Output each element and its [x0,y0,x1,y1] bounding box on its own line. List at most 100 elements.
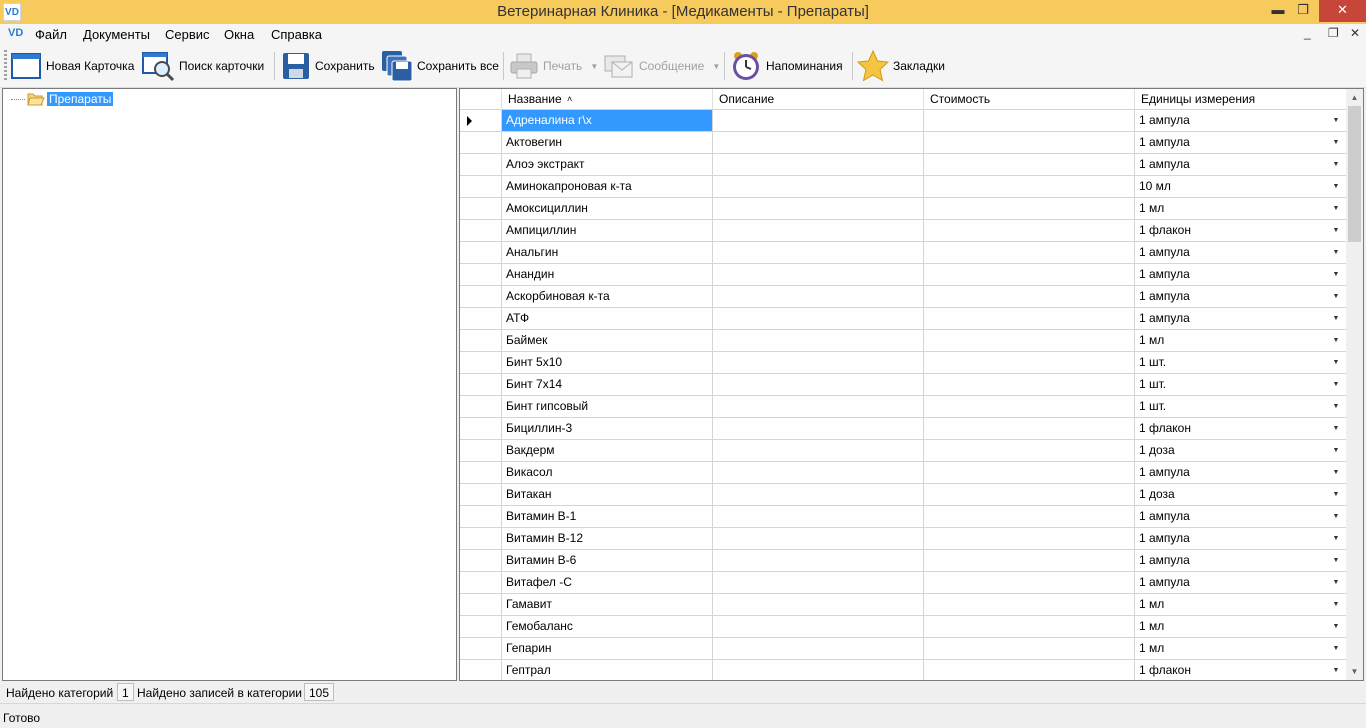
cell-unit[interactable]: 1 флакон ▼ [1135,220,1346,242]
unit-dropdown-arrow-icon[interactable]: ▼ [1328,443,1344,458]
unit-dropdown-arrow-icon[interactable]: ▼ [1328,619,1344,634]
menu-file[interactable]: Файл [35,27,67,42]
mdi-minimize-button[interactable]: _ [1304,26,1311,40]
cell-name[interactable]: Гемобаланс [502,616,713,638]
menu-service[interactable]: Сервис [165,27,210,42]
category-tree[interactable]: Препараты [2,88,457,681]
column-header-unit[interactable]: Единицы измерения [1135,89,1346,109]
cell-unit[interactable]: 10 мл ▼ [1135,176,1346,198]
cell-name[interactable]: Бинт гипсовый [502,396,713,418]
unit-dropdown-arrow-icon[interactable]: ▼ [1328,267,1344,282]
table-row[interactable]: Гепарин 1 мл ▼ [460,638,1346,660]
cell-unit[interactable]: 1 доза ▼ [1135,484,1346,506]
cell-name[interactable]: Бинт 7х14 [502,374,713,396]
menu-documents[interactable]: Документы [83,27,150,42]
row-header[interactable] [460,132,502,154]
cell-name[interactable]: Витамин В-12 [502,528,713,550]
unit-dropdown-arrow-icon[interactable]: ▼ [1328,201,1344,216]
cell-name[interactable]: Ампициллин [502,220,713,242]
cell-description[interactable] [713,264,924,286]
cell-unit[interactable]: 1 мл ▼ [1135,594,1346,616]
print-dropdown-arrow-icon[interactable]: ▼ [590,62,598,71]
unit-dropdown-arrow-icon[interactable]: ▼ [1328,333,1344,348]
medications-grid[interactable]: Название ˄ Описание Стоимость Единицы из… [459,88,1364,681]
cell-unit[interactable]: 1 ампула ▼ [1135,264,1346,286]
table-row[interactable]: Викасол 1 ампула ▼ [460,462,1346,484]
cell-cost[interactable] [924,616,1135,638]
row-header[interactable] [460,616,502,638]
cell-cost[interactable] [924,264,1135,286]
scroll-up-arrow-icon[interactable]: ▲ [1346,89,1363,106]
cell-cost[interactable] [924,198,1135,220]
column-header-cost[interactable]: Стоимость [924,89,1135,109]
cell-cost[interactable] [924,242,1135,264]
cell-name[interactable]: Аскорбиновая к-та [502,286,713,308]
mdi-restore-button[interactable]: ❐ [1328,26,1339,40]
unit-dropdown-arrow-icon[interactable]: ▼ [1328,663,1344,678]
unit-dropdown-arrow-icon[interactable]: ▼ [1328,509,1344,524]
row-header[interactable] [460,440,502,462]
table-row[interactable]: Бинт 5х10 1 шт. ▼ [460,352,1346,374]
save-all-button[interactable]: Сохранить все [381,48,499,84]
cell-description[interactable] [713,528,924,550]
unit-dropdown-arrow-icon[interactable]: ▼ [1328,487,1344,502]
cell-name[interactable]: Гепарин [502,638,713,660]
table-row[interactable]: Гемобаланс 1 мл ▼ [460,616,1346,638]
row-header[interactable] [460,308,502,330]
unit-dropdown-arrow-icon[interactable]: ▼ [1328,421,1344,436]
close-button[interactable]: ✕ [1319,0,1366,22]
cell-name[interactable]: Витакан [502,484,713,506]
column-header-description[interactable]: Описание [713,89,924,109]
row-header[interactable] [460,484,502,506]
cell-description[interactable] [713,484,924,506]
mdi-child-icon[interactable]: VD [8,27,23,39]
unit-dropdown-arrow-icon[interactable]: ▼ [1328,377,1344,392]
cell-cost[interactable] [924,154,1135,176]
bookmarks-button[interactable]: Закладки [857,48,945,84]
cell-name[interactable]: Бинт 5х10 [502,352,713,374]
cell-cost[interactable] [924,484,1135,506]
row-header[interactable] [460,572,502,594]
cell-description[interactable] [713,462,924,484]
cell-name[interactable]: АТФ [502,308,713,330]
unit-dropdown-arrow-icon[interactable]: ▼ [1328,355,1344,370]
cell-unit[interactable]: 1 ампула ▼ [1135,506,1346,528]
table-row[interactable]: Витафел -С 1 ампула ▼ [460,572,1346,594]
cell-unit[interactable]: 1 шт. ▼ [1135,352,1346,374]
cell-cost[interactable] [924,374,1135,396]
cell-name[interactable]: Адреналина г\х [502,110,713,132]
cell-description[interactable] [713,418,924,440]
cell-description[interactable] [713,242,924,264]
cell-unit[interactable]: 1 мл ▼ [1135,616,1346,638]
row-header[interactable] [460,550,502,572]
cell-unit[interactable]: 1 ампула ▼ [1135,242,1346,264]
title-bar[interactable]: VD Ветеринарная Клиника - [Медикаменты -… [0,0,1366,24]
row-header[interactable] [460,594,502,616]
cell-name[interactable]: Актовегин [502,132,713,154]
save-button[interactable]: Сохранить [281,48,375,84]
table-row[interactable]: Витамин В-6 1 ампула ▼ [460,550,1346,572]
cell-description[interactable] [713,638,924,660]
cell-description[interactable] [713,440,924,462]
row-header[interactable] [460,506,502,528]
table-row[interactable]: Актовегин 1 ампула ▼ [460,132,1346,154]
row-header[interactable] [460,660,502,680]
cell-cost[interactable] [924,440,1135,462]
row-header[interactable] [460,110,502,132]
row-header[interactable] [460,264,502,286]
cell-cost[interactable] [924,330,1135,352]
unit-dropdown-arrow-icon[interactable]: ▼ [1328,223,1344,238]
cell-description[interactable] [713,374,924,396]
cell-name[interactable]: Викасол [502,462,713,484]
cell-description[interactable] [713,330,924,352]
unit-dropdown-arrow-icon[interactable]: ▼ [1328,245,1344,260]
row-header[interactable] [460,462,502,484]
cell-description[interactable] [713,132,924,154]
cell-cost[interactable] [924,528,1135,550]
column-header-name[interactable]: Название ˄ [502,89,713,109]
cell-cost[interactable] [924,110,1135,132]
unit-dropdown-arrow-icon[interactable]: ▼ [1328,399,1344,414]
vertical-scrollbar[interactable]: ▲ ▼ [1346,89,1363,680]
cell-description[interactable] [713,154,924,176]
cell-unit[interactable]: 1 ампула ▼ [1135,550,1346,572]
